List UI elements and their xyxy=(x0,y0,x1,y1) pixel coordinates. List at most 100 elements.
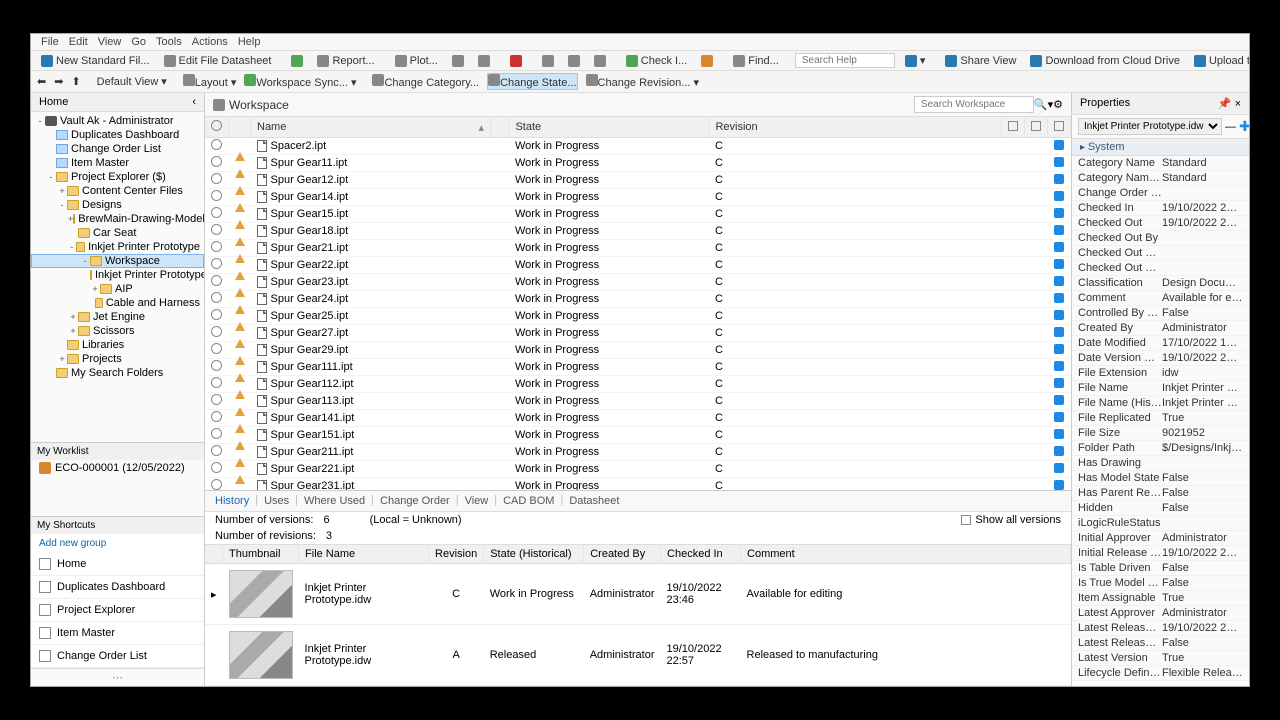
shortcut-item[interactable]: Change Order List xyxy=(31,645,204,668)
find-button[interactable]: Find... xyxy=(729,54,783,68)
add-prop-button[interactable]: ✚ xyxy=(1239,118,1249,135)
file-grid[interactable]: Name ▴ State Revision Spacer2.iptWork in… xyxy=(205,117,1071,491)
col-icon[interactable] xyxy=(229,117,251,138)
property-row[interactable]: Has Model StateFalse xyxy=(1072,471,1249,486)
property-row[interactable]: Latest ApproverAdministrator xyxy=(1072,606,1249,621)
table-row[interactable]: Spur Gear29.iptWork in ProgressC xyxy=(205,342,1071,359)
tree-node[interactable]: +Content Center Files xyxy=(31,184,204,198)
table-row[interactable]: Spur Gear21.iptWork in ProgressC xyxy=(205,240,1071,257)
table-row[interactable]: Spur Gear111.iptWork in ProgressC xyxy=(205,359,1071,376)
col-revision[interactable]: Revision xyxy=(709,117,1002,138)
checkout-button[interactable] xyxy=(697,54,717,68)
property-row[interactable]: Checked In19/10/2022 23:46 xyxy=(1072,201,1249,216)
tree-node[interactable]: Change Order List xyxy=(31,142,204,156)
menu-file[interactable]: File xyxy=(41,36,59,48)
tree-node[interactable]: -Vault Ak - Administrator xyxy=(31,114,204,128)
workspace-search-button[interactable]: 🔍▾ xyxy=(1034,98,1053,111)
prev-button[interactable]: — xyxy=(1225,121,1236,133)
plot-button[interactable]: Plot... xyxy=(391,54,442,68)
doc-button[interactable] xyxy=(538,54,558,68)
property-row[interactable]: Is Table DrivenFalse xyxy=(1072,561,1249,576)
property-row[interactable]: Checked Out Machine xyxy=(1072,261,1249,276)
hcol-by[interactable]: Created By xyxy=(584,545,661,564)
tree-node[interactable]: +Projects xyxy=(31,352,204,366)
tab-cad-bom[interactable]: CAD BOM xyxy=(501,494,556,508)
tree-node[interactable]: +AIP xyxy=(31,282,204,296)
print2-button[interactable] xyxy=(474,54,494,68)
shortcuts-more[interactable]: ⋯ xyxy=(31,668,204,686)
table-row[interactable]: Spur Gear12.iptWork in ProgressC xyxy=(205,172,1071,189)
change-state-button[interactable]: Change State... xyxy=(487,73,577,90)
refresh-button[interactable] xyxy=(287,54,307,68)
table-row[interactable]: Spur Gear27.iptWork in ProgressC xyxy=(205,325,1071,342)
property-row[interactable]: Latest Released RevisionFalse xyxy=(1072,636,1249,651)
property-row[interactable]: Checked Out Local Spec xyxy=(1072,246,1249,261)
properties-file-select[interactable]: Inkjet Printer Prototype.idw xyxy=(1078,118,1222,135)
tab-uses[interactable]: Uses xyxy=(262,494,291,508)
table-row[interactable]: Spur Gear151.iptWork in ProgressC xyxy=(205,427,1071,444)
table-row[interactable]: Spur Gear22.iptWork in ProgressC xyxy=(205,257,1071,274)
shortcut-item[interactable]: Item Master xyxy=(31,622,204,645)
col-state[interactable]: State xyxy=(509,117,709,138)
tree-node[interactable]: -Designs xyxy=(31,198,204,212)
table-row[interactable]: Spur Gear221.iptWork in ProgressC xyxy=(205,461,1071,478)
property-row[interactable]: Item AssignableTrue xyxy=(1072,591,1249,606)
table-row[interactable]: Spur Gear141.iptWork in ProgressC xyxy=(205,410,1071,427)
property-row[interactable]: Has Parent RelationshipFalse xyxy=(1072,486,1249,501)
tree-node[interactable]: -Inkjet Printer Prototype xyxy=(31,240,204,254)
hcol-thumb[interactable]: Thumbnail xyxy=(223,545,299,564)
property-row[interactable]: iLogicRuleStatus xyxy=(1072,516,1249,531)
print-button[interactable] xyxy=(448,54,468,68)
show-all-checkbox[interactable] xyxy=(961,515,971,525)
delete-button[interactable] xyxy=(506,54,526,68)
tab-view[interactable]: View xyxy=(463,494,491,508)
search-help-input[interactable] xyxy=(795,53,895,68)
col-name[interactable]: Name ▴ xyxy=(251,117,491,138)
table-row[interactable]: Spacer2.iptWork in ProgressC xyxy=(205,138,1071,155)
menu-help[interactable]: Help xyxy=(238,36,261,48)
tab-datasheet[interactable]: Datasheet xyxy=(567,494,621,508)
change-category-button[interactable]: Change Category... xyxy=(372,74,479,89)
tree-node[interactable]: -Project Explorer ($) xyxy=(31,170,204,184)
table-row[interactable]: Spur Gear18.iptWork in ProgressC xyxy=(205,223,1071,240)
close-icon[interactable]: × xyxy=(1235,98,1241,110)
layout-button[interactable]: Layout ▾ xyxy=(183,74,237,89)
tree-node[interactable]: +Scissors xyxy=(31,324,204,338)
tree-node[interactable]: Item Master xyxy=(31,156,204,170)
tree-node[interactable]: Duplicates Dashboard xyxy=(31,128,204,142)
col-h3[interactable] xyxy=(1048,117,1071,138)
tree-node[interactable]: -Workspace xyxy=(31,254,204,268)
share-view-button[interactable]: Share View xyxy=(941,54,1020,68)
table-row[interactable]: Spur Gear211.iptWork in ProgressC xyxy=(205,444,1071,461)
property-row[interactable]: Has Drawing xyxy=(1072,456,1249,471)
hcol-file[interactable]: File Name xyxy=(299,545,429,564)
shortcut-item[interactable]: Duplicates Dashboard xyxy=(31,576,204,599)
col-select[interactable] xyxy=(205,117,229,138)
tree-node[interactable]: +Jet Engine xyxy=(31,310,204,324)
property-row[interactable]: Latest Released Date19/10/2022 23:37 xyxy=(1072,621,1249,636)
workspace-sync-button[interactable]: Workspace Sync... ▾ xyxy=(244,74,356,89)
history-grid[interactable]: Thumbnail File Name Revision State (Hist… xyxy=(205,544,1071,686)
property-row[interactable]: Folder Path$/Designs/Inkjet Printe... xyxy=(1072,441,1249,456)
new-standard-file-button[interactable]: New Standard Fil... xyxy=(37,54,154,68)
property-row[interactable]: Initial Release Date19/10/2022 22:57 xyxy=(1072,546,1249,561)
table-row[interactable]: Spur Gear113.iptWork in ProgressC xyxy=(205,393,1071,410)
collapse-left-icon[interactable]: ‹ xyxy=(192,96,196,108)
property-row[interactable]: ClassificationDesign Document xyxy=(1072,276,1249,291)
property-row[interactable]: File ReplicatedTrue xyxy=(1072,411,1249,426)
menu-actions[interactable]: Actions xyxy=(192,36,228,48)
menu-go[interactable]: Go xyxy=(131,36,146,48)
property-row[interactable]: Checked Out19/10/2022 23:46 xyxy=(1072,216,1249,231)
shortcut-item[interactable]: Project Explorer xyxy=(31,599,204,622)
hcol-checked[interactable]: Checked In xyxy=(661,545,741,564)
nav-up-button[interactable]: ⬆ xyxy=(71,75,80,88)
property-row[interactable]: Is True Model StateFalse xyxy=(1072,576,1249,591)
menu-view[interactable]: View xyxy=(98,36,122,48)
property-row[interactable]: Initial ApproverAdministrator xyxy=(1072,531,1249,546)
property-row[interactable]: Change Order State xyxy=(1072,186,1249,201)
property-row[interactable]: File NameInkjet Printer Prototype... xyxy=(1072,381,1249,396)
download-cloud-button[interactable]: Download from Cloud Drive xyxy=(1026,54,1184,68)
attach-button[interactable] xyxy=(564,54,584,68)
nav-back-button[interactable]: ⬅ xyxy=(37,75,46,88)
table-row[interactable]: Spur Gear11.iptWork in ProgressC xyxy=(205,155,1071,172)
